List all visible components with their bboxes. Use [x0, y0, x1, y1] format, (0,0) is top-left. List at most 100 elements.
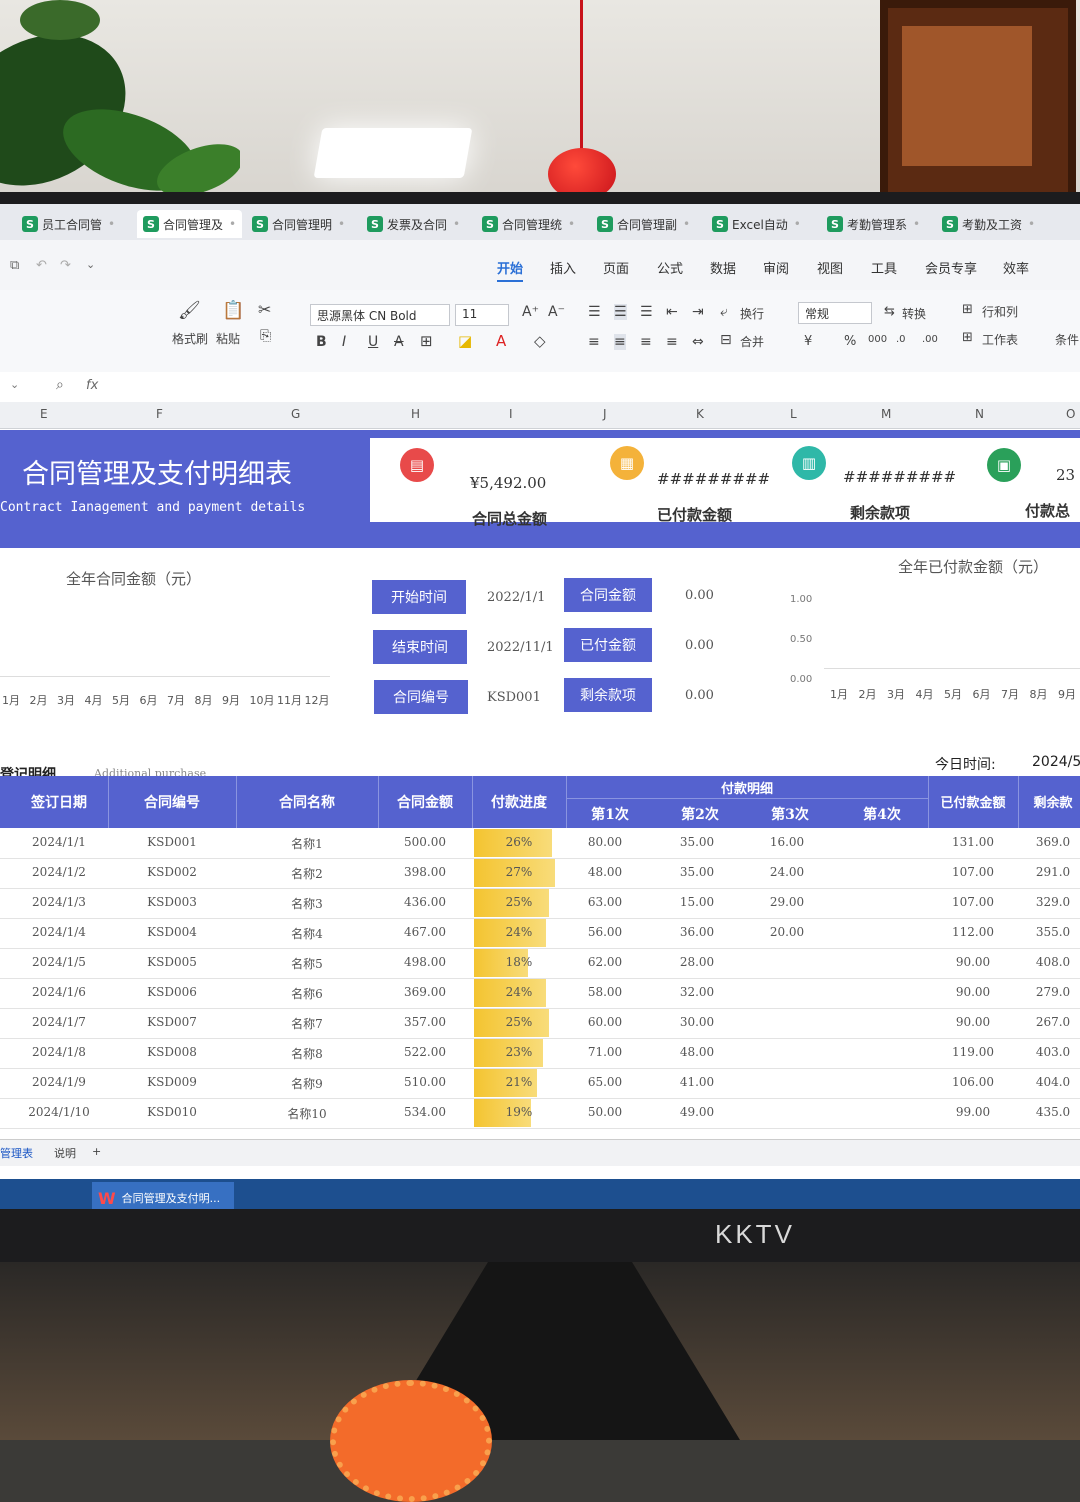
tab-close-icon[interactable]: •	[338, 217, 345, 231]
cell-id[interactable]: KSD010	[108, 1105, 236, 1119]
worksheet-icon[interactable]: ⊞	[962, 330, 973, 345]
cell-date[interactable]: 2024/1/8	[10, 1045, 108, 1059]
cell-p1[interactable]: 48.00	[560, 865, 650, 879]
convert-icon[interactable]: ⇆	[884, 304, 895, 319]
tab-close-icon[interactable]: •	[568, 217, 575, 231]
column-header[interactable]: M	[881, 407, 891, 421]
format-painter-icon[interactable]: 🖌	[178, 300, 201, 321]
document-tab[interactable]: S 合同管理明 •	[252, 210, 345, 238]
cell-paid[interactable]: 107.00	[928, 895, 1018, 909]
cell-p2[interactable]: 35.00	[652, 835, 742, 849]
column-header[interactable]: O	[1066, 407, 1075, 421]
cell-date[interactable]: 2024/1/9	[10, 1075, 108, 1089]
indent-decrease-icon[interactable]: ⇤	[666, 304, 678, 320]
column-header[interactable]: I	[509, 407, 513, 421]
justify-icon[interactable]: ≡	[666, 334, 678, 350]
table-row[interactable]: 2024/1/4 KSD004 名称4 467.00 24% 56.00 36.00 20.0…	[0, 918, 1080, 949]
filter-value-2[interactable]: KSD001	[487, 690, 541, 705]
border-icon[interactable]: ⊞	[420, 332, 433, 350]
cell-p3[interactable]: 24.00	[742, 865, 832, 879]
menu-item[interactable]: 效率	[1003, 258, 1029, 277]
document-tab[interactable]: S 员工合同管 •	[22, 210, 115, 238]
cell-name[interactable]: 名称3	[236, 895, 378, 912]
header-paid[interactable]: 已付款金额	[928, 792, 1018, 811]
formula-input[interactable]	[112, 376, 1072, 398]
percent-icon[interactable]: %	[844, 334, 856, 349]
name-box-dropdown-icon[interactable]: ⌄	[10, 378, 19, 391]
underline-icon[interactable]: U	[368, 334, 378, 350]
cell-name[interactable]: 名称2	[236, 865, 378, 882]
header-p3[interactable]: 第3次	[746, 804, 834, 824]
menu-item[interactable]: 审阅	[763, 258, 789, 277]
conditional-format-button[interactable]: 条件	[1055, 331, 1079, 348]
cell-p3[interactable]: 29.00	[742, 895, 832, 909]
fx-label[interactable]: fx	[86, 378, 98, 393]
tab-close-icon[interactable]: •	[453, 217, 460, 231]
header-remain[interactable]: 剩余款	[1018, 792, 1080, 811]
cell-p2[interactable]: 36.00	[652, 925, 742, 939]
zoom-search-icon[interactable]: ⌕	[56, 377, 64, 393]
cell-p2[interactable]: 49.00	[652, 1105, 742, 1119]
row-col-button[interactable]: 行和列	[982, 303, 1018, 320]
column-header[interactable]: N	[975, 407, 984, 421]
paste-icon[interactable]: 📋	[222, 300, 244, 321]
cell-paid[interactable]: 90.00	[928, 955, 1018, 969]
cell-amount[interactable]: 498.00	[378, 955, 472, 969]
cell-progress[interactable]: 24%	[472, 985, 566, 999]
cell-amount[interactable]: 522.00	[378, 1045, 472, 1059]
cell-paid[interactable]: 90.00	[928, 1015, 1018, 1029]
increase-decimal-icon[interactable]: .0	[896, 334, 906, 345]
cell-name[interactable]: 名称8	[236, 1045, 378, 1062]
cell-p1[interactable]: 56.00	[560, 925, 650, 939]
cell-date[interactable]: 2024/1/7	[10, 1015, 108, 1029]
cell-amount[interactable]: 500.00	[378, 835, 472, 849]
format-painter-label[interactable]: 格式刷	[172, 330, 208, 347]
font-color-icon[interactable]: A	[496, 332, 506, 350]
column-header[interactable]: K	[696, 407, 704, 421]
cell-p2[interactable]: 28.00	[652, 955, 742, 969]
cell-date[interactable]: 2024/1/1	[10, 835, 108, 849]
copy-icon[interactable]: ⎘	[260, 328, 271, 344]
cell-id[interactable]: KSD005	[108, 955, 236, 969]
cell-p1[interactable]: 50.00	[560, 1105, 650, 1119]
header-id[interactable]: 合同编号	[108, 792, 236, 812]
paste-label[interactable]: 粘贴	[216, 330, 240, 347]
cell-p2[interactable]: 48.00	[652, 1045, 742, 1059]
menu-item[interactable]: 插入	[550, 258, 576, 277]
cell-name[interactable]: 名称7	[236, 1015, 378, 1032]
header-p4[interactable]: 第4次	[836, 804, 928, 824]
document-tab[interactable]: S Excel自动 •	[712, 210, 801, 238]
summary-key-1[interactable]: 已付金额	[564, 628, 652, 662]
taskbar-app-button[interactable]: W 合同管理及支付明...	[92, 1182, 234, 1209]
filter-value-1[interactable]: 2022/11/1	[487, 640, 554, 655]
cell-p1[interactable]: 58.00	[560, 985, 650, 999]
clear-format-icon[interactable]: ◇	[534, 332, 546, 350]
sheet-tab[interactable]: +	[92, 1145, 101, 1158]
cell-paid[interactable]: 90.00	[928, 985, 1018, 999]
cell-id[interactable]: KSD007	[108, 1015, 236, 1029]
workspace-icon[interactable]: ⧉	[10, 258, 19, 273]
cell-remain[interactable]: 404.0	[1018, 1075, 1080, 1089]
summary-key-0[interactable]: 合同金额	[564, 578, 652, 612]
fill-color-icon[interactable]: ◪	[458, 332, 472, 350]
tab-close-icon[interactable]: •	[683, 217, 690, 231]
cell-name[interactable]: 名称4	[236, 925, 378, 942]
menu-item[interactable]: 视图	[817, 258, 843, 277]
cell-p1[interactable]: 63.00	[560, 895, 650, 909]
table-row[interactable]: 2024/1/1 KSD001 名称1 500.00 26% 80.00 35.00 16.0…	[0, 828, 1080, 859]
cell-date[interactable]: 2024/1/6	[10, 985, 108, 999]
header-name[interactable]: 合同名称	[236, 792, 378, 812]
cell-progress[interactable]: 24%	[472, 925, 566, 939]
document-tab[interactable]: S 合同管理统 •	[482, 210, 575, 238]
cell-remain[interactable]: 369.0	[1018, 835, 1080, 849]
table-row[interactable]: 2024/1/9 KSD009 名称9 510.00 21% 65.00 41.00 106.…	[0, 1068, 1080, 1099]
cell-amount[interactable]: 534.00	[378, 1105, 472, 1119]
filter-value-0[interactable]: 2022/1/1	[487, 590, 545, 605]
cell-id[interactable]: KSD001	[108, 835, 236, 849]
cell-id[interactable]: KSD003	[108, 895, 236, 909]
cell-paid[interactable]: 107.00	[928, 865, 1018, 879]
cell-name[interactable]: 名称5	[236, 955, 378, 972]
cell-p2[interactable]: 30.00	[652, 1015, 742, 1029]
cell-id[interactable]: KSD008	[108, 1045, 236, 1059]
table-row[interactable]: 2024/1/7 KSD007 名称7 357.00 25% 60.00 30.00 90.0…	[0, 1008, 1080, 1039]
